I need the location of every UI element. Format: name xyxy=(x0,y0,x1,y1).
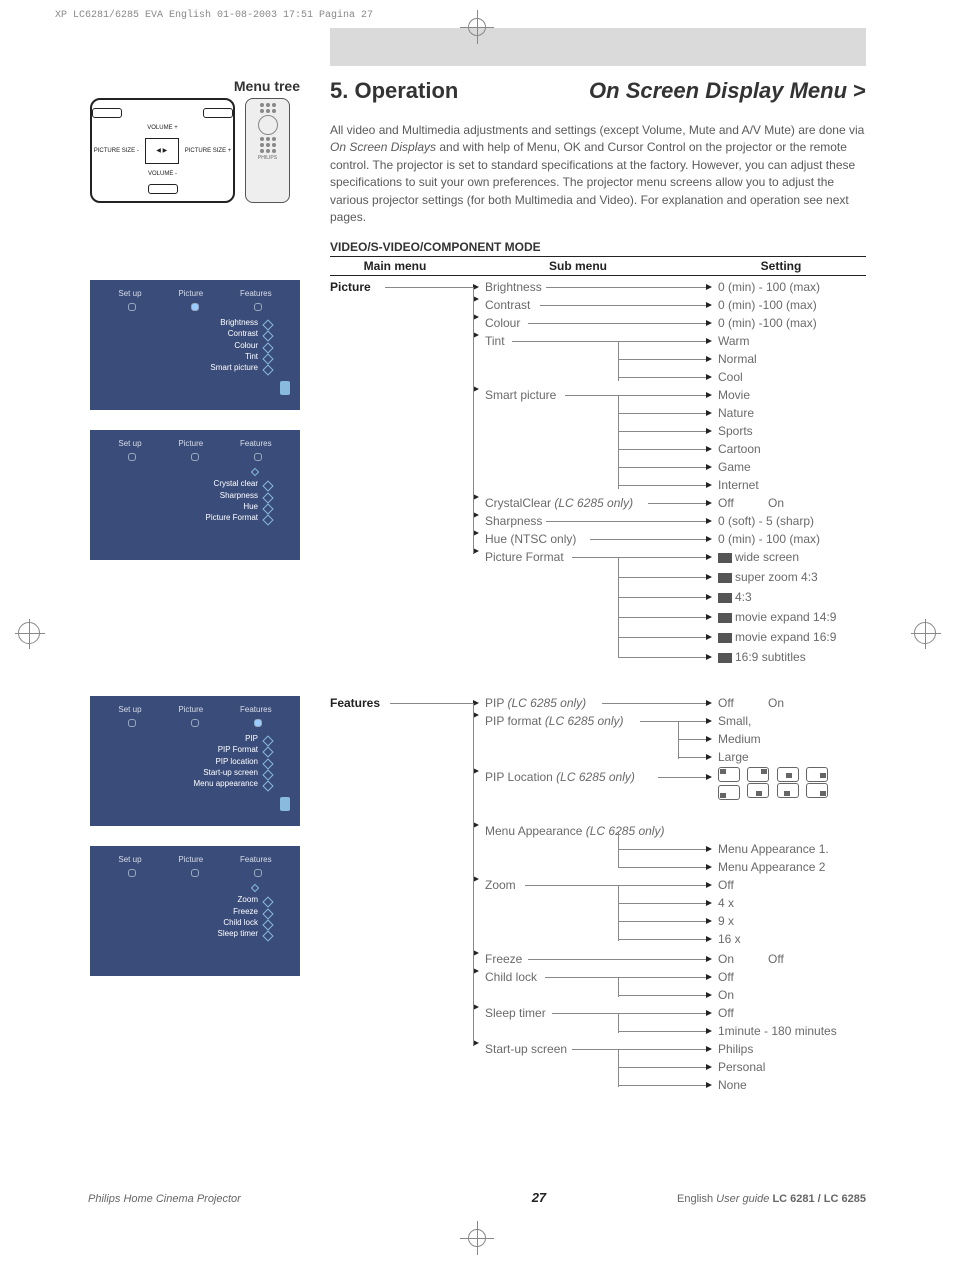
mode-title: VIDEO/S-VIDEO/COMPONENT MODE xyxy=(330,240,866,254)
sub-pfmt: Picture Format xyxy=(485,550,564,564)
header-slab xyxy=(330,28,866,66)
set-pfmt-149: movie expand 14:9 xyxy=(718,610,836,624)
page-footer: Philips Home Cinema Projector 27 English… xyxy=(88,1190,866,1205)
tree-header: Main menu Sub menu Setting xyxy=(330,256,866,276)
set-crystal-on: On xyxy=(768,496,784,510)
set-colour: 0 (min) -100 (max) xyxy=(718,316,817,330)
set-tint-normal: Normal xyxy=(718,352,757,366)
osd-thumb-picture-1: Set upPictureFeatures BrightnessContrast… xyxy=(90,280,300,410)
sub-child: Child lock xyxy=(485,970,537,984)
sub-crystal: CrystalClear (LC 6285 only) xyxy=(485,496,633,510)
footer-page: 27 xyxy=(532,1190,546,1205)
sub-pipfmt: PIP format (LC 6285 only) xyxy=(485,714,624,728)
set-startup-none: None xyxy=(718,1078,747,1092)
set-sleep-range: 1minute - 180 minutes xyxy=(718,1024,837,1038)
set-sleep-off: Off xyxy=(718,1006,734,1020)
set-pfmt-subtitles: 16:9 subtitles xyxy=(718,650,806,664)
osd-thumb-features-1: Set upPictureFeatures PIPPIP Format PIP … xyxy=(90,696,300,826)
sub-colour: Colour xyxy=(485,316,520,330)
set-piploc-icons xyxy=(718,766,832,799)
set-smart-cartoon: Cartoon xyxy=(718,442,761,456)
menu-tree: Picture Brightness 0 (min) - 100 (max) C… xyxy=(330,276,866,1106)
hdr-sub: Sub menu xyxy=(460,259,696,273)
set-contrast: 0 (min) -100 (max) xyxy=(718,298,817,312)
set-pip-on: On xyxy=(768,696,784,710)
set-zoom-9: 9 x xyxy=(718,914,734,928)
set-child-off: Off xyxy=(718,970,734,984)
sub-freeze: Freeze xyxy=(485,952,522,966)
sub-zoom: Zoom xyxy=(485,878,516,892)
section-number: 5. Operation xyxy=(330,78,458,104)
sub-tint: Tint xyxy=(485,334,505,348)
set-pipfmt-med: Medium xyxy=(718,732,761,746)
sub-sharp: Sharpness xyxy=(485,514,542,528)
set-pfmt-43: 4:3 xyxy=(718,590,752,604)
set-pipfmt-large: Large xyxy=(718,750,749,764)
sub-brightness: Brightness xyxy=(485,280,542,294)
main-features: Features xyxy=(330,696,380,710)
set-smart-sports: Sports xyxy=(718,424,753,438)
set-child-on: On xyxy=(718,988,734,1002)
print-header: XP LC6281/6285 EVA English 01-08-2003 17… xyxy=(55,10,373,21)
set-freeze-off: Off xyxy=(768,952,784,966)
sub-startup: Start-up screen xyxy=(485,1042,567,1056)
set-sharp: 0 (soft) - 5 (sharp) xyxy=(718,514,814,528)
sub-menuapp: Menu Appearance (LC 6285 only) xyxy=(485,824,664,838)
menu-tree-label: Menu tree xyxy=(90,78,300,94)
set-zoom-16: 16 x xyxy=(718,932,741,946)
set-smart-internet: Internet xyxy=(718,478,759,492)
set-startup-personal: Personal xyxy=(718,1060,765,1074)
sub-hue: Hue (NTSC only) xyxy=(485,532,576,546)
remote-thumbnail: PHILIPS xyxy=(245,98,290,203)
set-hue: 0 (min) - 100 (max) xyxy=(718,532,820,546)
sub-piploc: PIP Location (LC 6285 only) xyxy=(485,770,635,784)
device-thumbnail: VOLUME + PICTURE SIZE - ◀ ▶ PICTURE SIZE… xyxy=(90,98,300,208)
hdr-setting: Setting xyxy=(696,259,866,273)
set-menuapp-1: Menu Appearance 1. xyxy=(718,842,829,856)
hdr-main: Main menu xyxy=(330,259,460,273)
set-smart-movie: Movie xyxy=(718,388,750,402)
set-pfmt-169: movie expand 16:9 xyxy=(718,630,836,644)
set-pip-off: Off xyxy=(718,696,734,710)
set-startup-philips: Philips xyxy=(718,1042,753,1056)
osd-thumb-picture-2: Set upPictureFeatures Crystal clearSharp… xyxy=(90,430,300,560)
crop-mark-top xyxy=(460,10,494,44)
intro-paragraph: All video and Multimedia adjustments and… xyxy=(330,122,866,226)
set-zoom-off: Off xyxy=(718,878,734,892)
set-menuapp-2: Menu Appearance 2 xyxy=(718,860,825,874)
main-picture: Picture xyxy=(330,280,371,294)
footer-right: English User guide LC 6281 / LC 6285 xyxy=(677,1193,866,1205)
set-tint-cool: Cool xyxy=(718,370,743,384)
sub-pip: PIP (LC 6285 only) xyxy=(485,696,586,710)
footer-left: Philips Home Cinema Projector xyxy=(88,1193,241,1205)
set-zoom-4: 4 x xyxy=(718,896,734,910)
section-title: On Screen Display Menu > xyxy=(589,78,866,104)
set-pipfmt-small: Small, xyxy=(718,714,751,728)
page-heading: 5. Operation On Screen Display Menu > xyxy=(330,78,866,104)
sub-contrast: Contrast xyxy=(485,298,530,312)
set-smart-nature: Nature xyxy=(718,406,754,420)
set-brightness: 0 (min) - 100 (max) xyxy=(718,280,820,294)
set-crystal-off: Off xyxy=(718,496,734,510)
sub-smart: Smart picture xyxy=(485,388,556,402)
set-freeze-on: On xyxy=(718,952,734,966)
sub-sleep: Sleep timer xyxy=(485,1006,546,1020)
osd-thumb-features-2: Set upPictureFeatures ZoomFreeze Child l… xyxy=(90,846,300,976)
set-tint-warm: Warm xyxy=(718,334,750,348)
set-pfmt-superzoom: super zoom 4:3 xyxy=(718,570,818,584)
set-pfmt-wide: wide screen xyxy=(718,550,799,564)
set-smart-game: Game xyxy=(718,460,751,474)
crop-mark-bottom xyxy=(460,1221,494,1255)
